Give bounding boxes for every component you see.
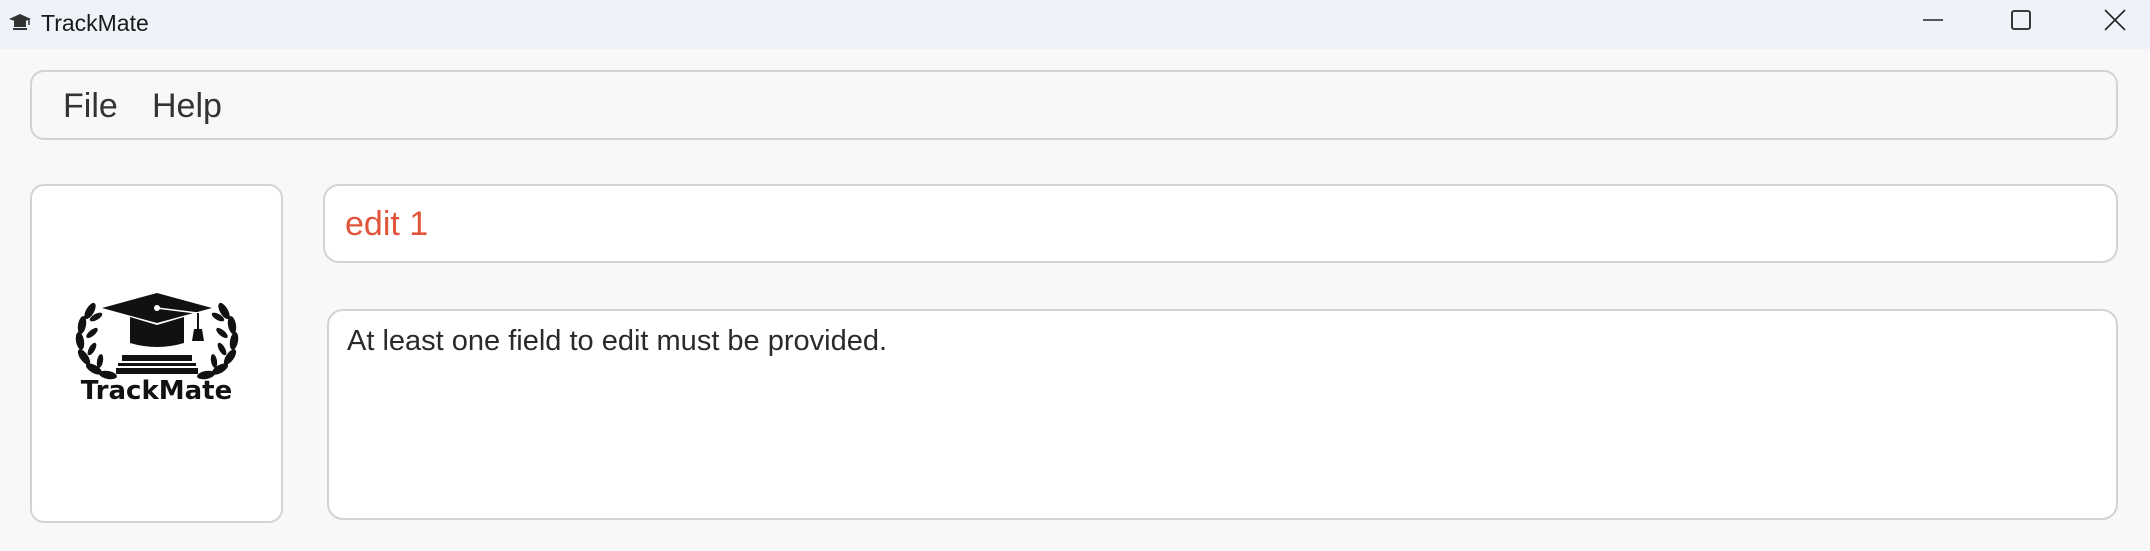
close-icon [2103, 8, 2127, 37]
close-button[interactable] [2072, 0, 2150, 44]
graduation-cap-icon [8, 12, 32, 34]
result-message: At least one field to edit must be provi… [347, 325, 888, 357]
minimize-icon [1921, 8, 1945, 37]
menu-help[interactable]: Help [152, 86, 222, 126]
command-input[interactable] [345, 202, 2085, 246]
title-bar: TrackMate [0, 0, 2150, 49]
logo-panel: TrackMate [30, 184, 283, 523]
result-display: At least one field to edit must be provi… [327, 309, 2118, 520]
menu-bar: File Help [30, 70, 2118, 140]
command-box[interactable] [323, 184, 2118, 263]
menu-file[interactable]: File [63, 86, 118, 126]
window-title: TrackMate [41, 10, 149, 36]
minimize-button[interactable] [1890, 0, 1976, 44]
logo-text: TrackMate [80, 376, 233, 406]
maximize-icon [2009, 8, 2033, 37]
maximize-button[interactable] [1978, 0, 2064, 44]
